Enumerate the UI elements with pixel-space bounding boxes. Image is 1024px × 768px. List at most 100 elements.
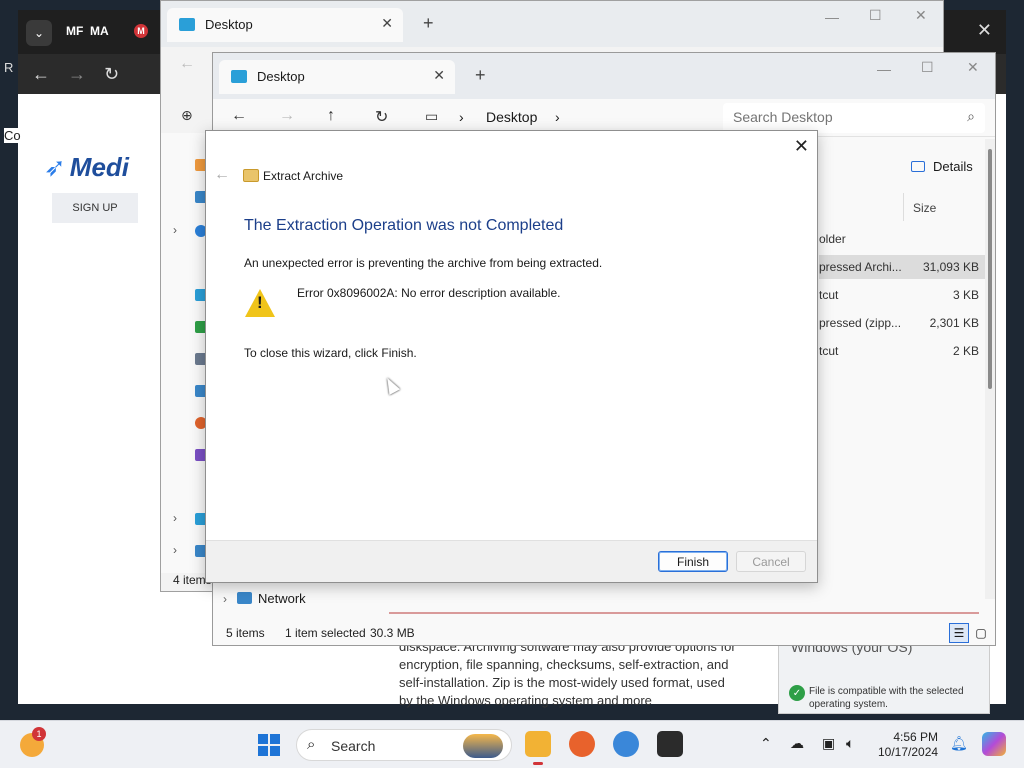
details-button[interactable]: Details xyxy=(911,159,973,174)
start-button-icon[interactable] xyxy=(258,734,280,756)
browser-forward-icon[interactable]: → xyxy=(68,64,86,85)
site-logo-text: Medi xyxy=(69,152,130,182)
file-row[interactable]: older xyxy=(819,227,985,251)
expand-chevron-icon[interactable]: › xyxy=(173,543,177,557)
scrollbar-thumb[interactable] xyxy=(988,149,992,389)
browser-tab-mf[interactable]: MF xyxy=(66,24,83,38)
dialog-close-icon[interactable]: ✕ xyxy=(794,136,809,157)
tab-list-button[interactable]: ⌄ xyxy=(26,20,52,46)
file-name: pressed Archi... xyxy=(819,260,902,274)
network-status-icon[interactable]: ▣ xyxy=(822,735,835,752)
expand-chevron-icon[interactable]: › xyxy=(223,592,227,606)
search-desktop[interactable]: ⌕ xyxy=(723,103,985,133)
new-tab-icon[interactable]: + xyxy=(423,13,434,34)
dialog-footer: Finish Cancel xyxy=(206,540,817,582)
notification-bell-icon[interactable]: 🔔︎ xyxy=(950,735,968,752)
file-name: tcut xyxy=(819,288,839,302)
copilot-icon[interactable] xyxy=(982,732,1006,756)
network-label: Network xyxy=(258,591,306,606)
tab-close-icon[interactable]: ✕ xyxy=(433,67,445,84)
horizontal-scrollbar[interactable] xyxy=(389,612,979,614)
breadcrumb-chevron-icon[interactable]: › xyxy=(459,109,464,125)
finish-button[interactable]: Finish xyxy=(658,551,728,572)
extract-archive-dialog: ✕ ← Extract Archive The Extraction Opera… xyxy=(205,130,818,583)
volume-icon[interactable]: 🔈︎ xyxy=(846,735,854,752)
file-name: pressed (zipp... xyxy=(819,316,902,330)
maximize-icon[interactable]: ☐ xyxy=(869,7,882,24)
new-tab-icon[interactable]: + xyxy=(475,65,486,86)
column-header-size[interactable]: Size xyxy=(913,201,936,215)
breadcrumb-chevron-icon[interactable]: › xyxy=(555,109,560,125)
tiles-view-icon[interactable]: ▢ xyxy=(971,623,991,643)
taskbar-search[interactable]: ⌕ Search xyxy=(296,729,512,761)
file-name: tcut xyxy=(819,344,839,358)
tab-title: Desktop xyxy=(205,17,253,32)
network-icon xyxy=(237,592,252,604)
browser-back-icon[interactable]: ← xyxy=(32,64,50,85)
terminal-icon[interactable] xyxy=(657,731,683,757)
site-logo[interactable]: ➶ Medi xyxy=(44,152,129,183)
explorer-back-titlebar: Desktop ✕ + — ☐ ✕ xyxy=(161,1,943,47)
up-arrow-icon[interactable]: ↑ xyxy=(327,107,335,125)
firefox-icon[interactable] xyxy=(569,731,595,757)
expand-chevron-icon[interactable]: › xyxy=(173,511,177,525)
taskbar-search-label: Search xyxy=(331,738,376,754)
tab-desktop-back[interactable]: Desktop ✕ xyxy=(167,8,403,42)
cloud-icon[interactable]: ☁ xyxy=(790,735,804,752)
close-window-icon[interactable]: ✕ xyxy=(915,7,927,24)
clock-time: 4:56 PM xyxy=(893,730,939,744)
file-size: 2,301 KB xyxy=(929,316,979,330)
hidden-icons-chevron-icon[interactable]: ⌃ xyxy=(760,735,772,752)
forward-arrow-icon[interactable]: → xyxy=(279,107,295,125)
file-row[interactable]: pressed (zipp... 2,301 KB xyxy=(819,311,985,335)
error-message: An unexpected error is preventing the ar… xyxy=(244,256,603,270)
clock[interactable]: 4:56 PM 10/17/2024 xyxy=(878,730,938,760)
minimize-icon[interactable]: — xyxy=(825,9,839,25)
browser-tab-m[interactable]: M xyxy=(134,24,148,38)
sign-up-button[interactable]: SIGN UP xyxy=(52,193,138,223)
tab-title: Desktop xyxy=(257,69,305,84)
navigation-pane: › › › xyxy=(161,133,211,573)
file-row-selected[interactable]: pressed Archi... 31,093 KB xyxy=(819,255,985,279)
status-item-count: 5 items xyxy=(226,626,265,640)
monitor-icon[interactable]: ▭ xyxy=(425,108,438,125)
article-text: diskspace. Archiving software may also p… xyxy=(399,639,736,708)
new-item-icon[interactable]: ⊕ xyxy=(181,107,193,124)
dialog-title: Extract Archive xyxy=(263,169,344,183)
back-arrow-icon[interactable]: ← xyxy=(231,107,247,125)
chrome-icon[interactable] xyxy=(613,731,639,757)
refresh-icon[interactable]: ↻ xyxy=(375,107,388,127)
wizard-back-icon[interactable]: ← xyxy=(214,166,230,184)
dialog-heading: The Extraction Operation was not Complet… xyxy=(244,217,564,234)
cancel-button[interactable]: Cancel xyxy=(736,551,806,572)
browser-tab-ma[interactable]: MA xyxy=(90,24,109,38)
status-selected-size: 30.3 MB xyxy=(370,626,415,640)
search-highlight-image xyxy=(463,734,503,758)
nav-item-network[interactable]: › Network xyxy=(223,591,306,606)
desktop-folder-icon xyxy=(231,70,247,83)
details-view-icon[interactable]: ☰ xyxy=(949,623,969,643)
file-row[interactable]: tcut 3 KB xyxy=(819,283,985,307)
breadcrumb-desktop[interactable]: Desktop xyxy=(486,109,537,125)
instruction-text: To close this wizard, click Finish. xyxy=(244,346,417,360)
bird-logo-icon: ➶ xyxy=(44,152,66,182)
desktop-folder-icon xyxy=(179,18,195,31)
compatibility-message: File is compatible with the selected ope… xyxy=(809,686,964,710)
side-text-r: R xyxy=(4,60,14,75)
close-window-icon[interactable]: ✕ xyxy=(967,59,979,76)
browser-reload-icon[interactable]: ↻ xyxy=(104,64,119,85)
search-input[interactable] xyxy=(733,109,953,125)
tab-close-icon[interactable]: ✕ xyxy=(381,15,393,32)
maximize-icon[interactable]: ☐ xyxy=(921,59,934,76)
column-divider[interactable] xyxy=(903,193,904,221)
tab-desktop-front[interactable]: Desktop ✕ xyxy=(219,60,455,94)
taskbar: 1 ⌕ Search ⌃ ☁ ▣ 🔈︎ 4:56 PM 10/17/2024 🔔… xyxy=(0,720,1024,768)
vertical-scrollbar[interactable] xyxy=(985,139,995,599)
file-row[interactable]: tcut 2 KB xyxy=(819,339,985,363)
minimize-icon[interactable]: — xyxy=(877,61,891,77)
notification-badge: 1 xyxy=(32,727,46,741)
file-explorer-icon[interactable] xyxy=(525,731,551,765)
back-arrow-icon[interactable]: ← xyxy=(179,55,195,73)
expand-chevron-icon[interactable]: › xyxy=(173,223,177,237)
browser-close-icon[interactable]: ✕ xyxy=(977,20,992,41)
